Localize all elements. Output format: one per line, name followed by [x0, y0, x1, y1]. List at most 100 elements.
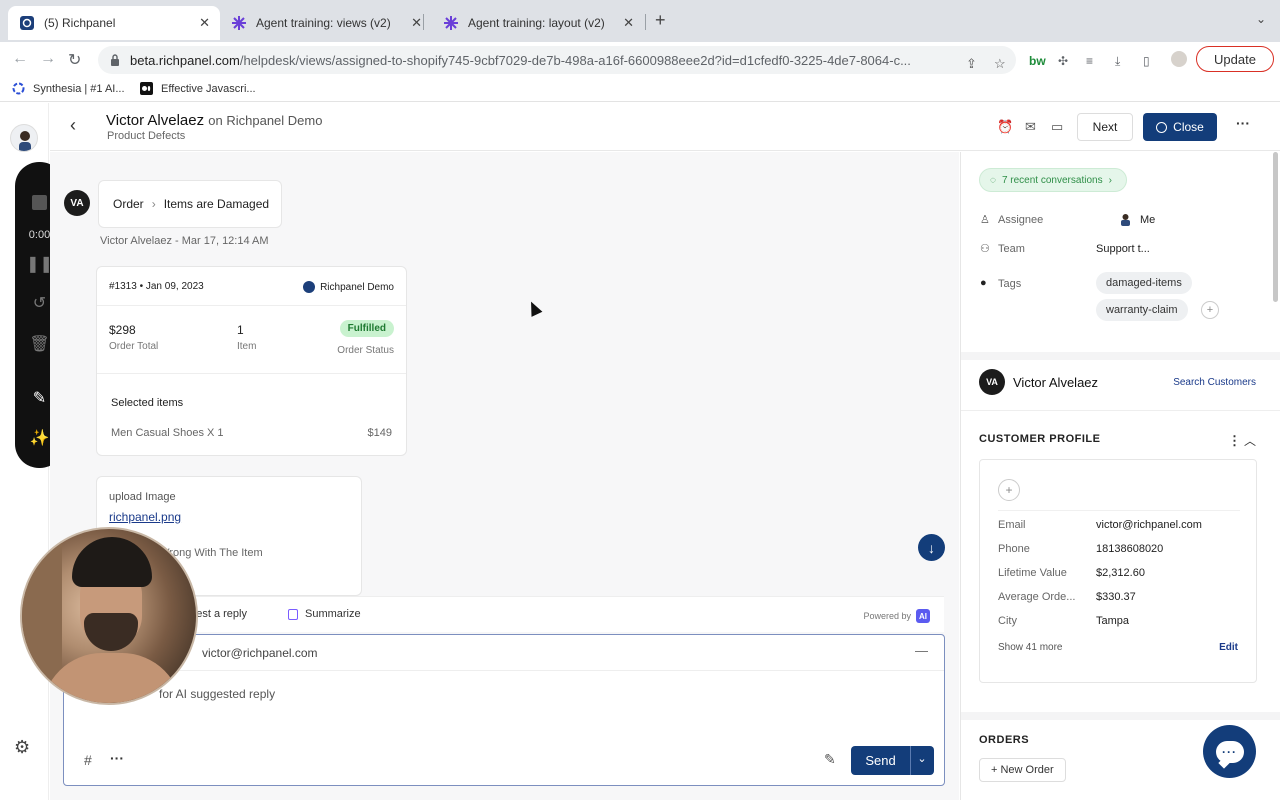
mail-icon[interactable]: ✉ — [1025, 119, 1036, 135]
add-field-icon[interactable]: + — [998, 479, 1020, 501]
share-icon[interactable]: ⇪ — [966, 56, 977, 72]
reload-icon[interactable]: ↻ — [68, 50, 81, 70]
team-icon: ⚇ — [980, 243, 990, 255]
tab-close-icon[interactable]: ✕ — [199, 15, 210, 31]
bookmark-star-icon[interactable]: ☆ — [994, 56, 1006, 72]
crumb-child: Items are Damaged — [163, 197, 270, 211]
forward-arrow-icon[interactable]: → — [40, 50, 56, 68]
bookmark-synthesia[interactable]: Synthesia | #1 AI... — [12, 82, 125, 95]
side-panel-icon[interactable]: ▯ — [1143, 54, 1150, 68]
tag-chip[interactable]: damaged-items — [1096, 272, 1192, 294]
settings-gear-icon[interactable]: ⚙ — [14, 737, 30, 758]
kebab-menu-icon[interactable]: ⋮ — [1228, 433, 1241, 449]
customer-profile-heading: CUSTOMER PROFILE — [979, 433, 1101, 445]
snooze-clock-icon[interactable]: ⏰ — [997, 119, 1013, 135]
customer-name: Victor Alvelaez — [1013, 375, 1099, 390]
attachment-link[interactable]: richpanel.png — [109, 510, 181, 524]
tab-views[interactable]: Agent training: views (v2) ✕ — [220, 6, 432, 40]
order-total: $298 — [109, 323, 136, 337]
send-button[interactable]: Send ⌄ — [851, 746, 934, 775]
tab-separator — [423, 14, 424, 30]
tab-close-icon[interactable]: ✕ — [411, 15, 422, 31]
sparkle-favicon-icon — [444, 16, 458, 30]
new-order-button[interactable]: + New Order — [979, 758, 1066, 782]
more-options-icon[interactable]: ··· — [1236, 115, 1250, 131]
collapse-chevron-icon[interactable]: ︿ — [1244, 432, 1256, 449]
tab-close-icon[interactable]: ✕ — [623, 15, 634, 31]
order-store: Richpanel Demo — [303, 281, 394, 293]
sidebar-scrollbar[interactable] — [1273, 152, 1278, 302]
add-tag-icon[interactable]: + — [1201, 301, 1219, 319]
tags-label: Tags — [998, 278, 1022, 290]
stop-recording-button[interactable] — [32, 195, 47, 210]
tag-chip[interactable]: warranty-claim — [1096, 299, 1188, 321]
medium-icon — [140, 82, 153, 95]
orders-heading: ORDERS — [979, 734, 1030, 746]
send-options-chevron-icon[interactable]: ⌄ — [910, 752, 934, 765]
ticket-title: Victor Alvelaez on Richpanel Demo — [106, 112, 322, 129]
webcam-overlay[interactable] — [20, 527, 198, 705]
tab-search-chevron-icon[interactable]: ⌄ — [1256, 12, 1266, 26]
synthesia-icon — [12, 82, 25, 95]
hashtag-icon[interactable]: # — [84, 752, 92, 768]
item-price: $149 — [367, 427, 392, 439]
field-value: $330.37 — [1096, 591, 1136, 603]
search-customers-link[interactable]: Search Customers — [1173, 377, 1256, 388]
back-arrow-icon[interactable]: ← — [12, 50, 28, 68]
tab-layout[interactable]: Agent training: layout (v2) ✕ — [432, 6, 644, 40]
next-button[interactable]: Next — [1077, 113, 1133, 141]
scroll-down-arrow-icon[interactable]: ↓ — [918, 534, 945, 561]
field-value[interactable]: Tampa — [1096, 615, 1129, 627]
customer-name[interactable]: Victor Alvelaez — [106, 112, 204, 129]
show-more-link[interactable]: Show 41 more — [998, 642, 1062, 653]
ai-badge: AI — [916, 609, 930, 623]
divider — [97, 373, 406, 374]
extension-bw-icon[interactable]: bw — [1029, 54, 1046, 68]
tab-richpanel[interactable]: (5) Richpanel ✕ — [8, 6, 220, 40]
reply-composer: : victor@richpanel.com — for AI suggeste… — [63, 634, 945, 786]
sparkle-favicon-icon — [232, 16, 246, 30]
back-chevron-icon[interactable]: ‹ — [70, 115, 76, 136]
divider — [998, 510, 1240, 511]
attachment-paperclip-icon[interactable]: ✎ — [824, 751, 836, 768]
summarize-button[interactable]: Summarize — [288, 608, 361, 620]
recent-label: 7 recent conversations — [1001, 174, 1103, 186]
section-divider — [961, 352, 1280, 360]
extensions-puzzle-icon[interactable]: ✣ — [1058, 54, 1068, 68]
agent-avatar[interactable] — [10, 124, 38, 152]
url-host: beta.richpanel.com — [130, 52, 240, 68]
new-tab-icon[interactable]: + — [655, 10, 666, 31]
close-label: Close — [1173, 120, 1204, 134]
order-card[interactable]: #1313 • Jan 09, 2023 Richpanel Demo $298… — [96, 266, 407, 456]
team-value[interactable]: Support t... — [1096, 243, 1150, 255]
archive-icon[interactable]: ▭ — [1051, 119, 1063, 135]
bookmark-label: Effective Javascri... — [161, 82, 256, 95]
edit-link[interactable]: Edit — [1219, 642, 1238, 653]
field-value[interactable]: victor@richpanel.com — [1096, 519, 1202, 531]
person-hair — [72, 537, 152, 587]
reading-list-icon[interactable]: ≡ — [1086, 54, 1093, 68]
url-input[interactable]: beta.richpanel.com/helpdesk/views/assign… — [98, 46, 1016, 74]
order-items-label: Item — [237, 341, 257, 352]
url-path: /helpdesk/views/assigned-to-shopify745-9… — [239, 52, 911, 68]
field-value[interactable]: 18138608020 — [1096, 543, 1163, 555]
close-ticket-button[interactable]: Close — [1143, 113, 1217, 141]
recent-conversations-pill[interactable]: ◌ 7 recent conversations › — [979, 168, 1127, 192]
profile-avatar[interactable] — [1171, 51, 1187, 67]
store-label: on Richpanel Demo — [208, 113, 323, 128]
team-label: Team — [998, 243, 1025, 255]
order-items: 1 — [237, 323, 244, 337]
recipient-email[interactable]: victor@richpanel.com — [202, 646, 318, 660]
assignee-value[interactable]: Me — [1119, 213, 1155, 226]
more-options-icon[interactable]: ··· — [110, 750, 124, 766]
customer-initials-avatar: VA — [64, 190, 90, 216]
bookmarks-bar: Synthesia | #1 AI... Effective Javascri.… — [0, 78, 1280, 102]
download-icon[interactable]: ⤓ — [1115, 54, 1120, 69]
lock-icon — [110, 54, 120, 66]
chat-widget-button[interactable]: ··· — [1203, 725, 1256, 778]
bookmark-effective-javascript[interactable]: Effective Javascri... — [140, 82, 256, 95]
bookmark-label: Synthesia | #1 AI... — [33, 82, 125, 95]
assignee-label: Assignee — [998, 214, 1044, 226]
update-button[interactable]: Update — [1196, 46, 1274, 72]
minimize-icon[interactable]: — — [915, 643, 928, 658]
